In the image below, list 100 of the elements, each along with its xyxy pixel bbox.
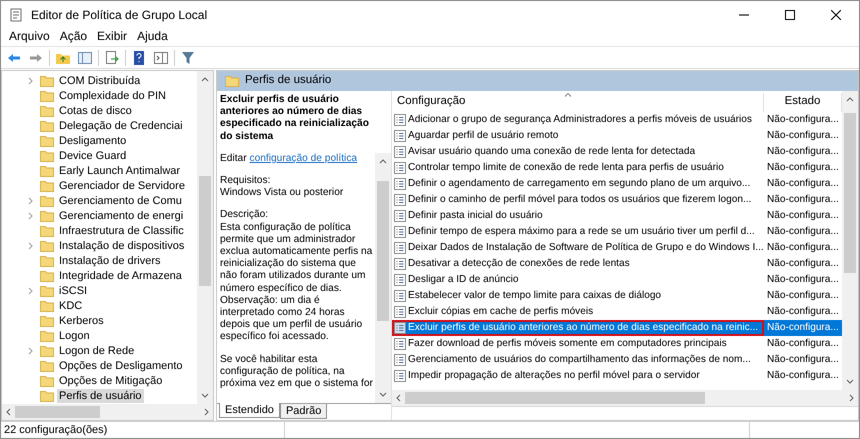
tree-item[interactable]: Delegação de Credenciai <box>57 118 185 132</box>
view-tab[interactable]: Padrão <box>280 404 328 419</box>
tree-item[interactable]: Opções de Mitigação <box>57 374 164 388</box>
policy-icon <box>394 130 406 142</box>
tree-item[interactable]: Infraestrutura de Classific <box>57 224 186 238</box>
tree-item[interactable]: iSCSI <box>57 284 90 298</box>
view-tab[interactable]: Estendido <box>219 403 280 418</box>
policy-row[interactable]: Definir o agendamento de carregamento em segundo plano de um arquivo... Não-configura... <box>392 176 842 192</box>
policy-icon <box>394 258 406 270</box>
description-text: Esta configuração de política permite que um administrador exclua automaticamente perfis na reinicialização do sistema que não foram utilizados durante um número específico de dias. Observação: um dia é interpretado como 24 horas depois que um perfil de usuário específico foi acessado. <box>220 222 374 344</box>
policy-icon <box>394 370 406 382</box>
tree-item[interactable]: Instalação de dispositivos <box>57 238 186 252</box>
policy-state: Não-configura... <box>766 305 840 320</box>
vertical-scrollbar[interactable] <box>842 91 858 390</box>
vertical-scrollbar[interactable] <box>375 153 391 403</box>
menu-item[interactable]: Ação <box>56 27 92 45</box>
policy-icon <box>394 146 406 158</box>
tree-item[interactable]: KDC <box>57 298 84 312</box>
scroll-down-icon[interactable] <box>201 393 209 398</box>
policy-row[interactable]: Gerenciamento de usuários do compartilhamento das informações de nom... Não-configura... <box>392 352 842 368</box>
tree-item[interactable]: Instalação de drivers <box>57 254 162 268</box>
policy-state: Não-configura... <box>766 225 840 240</box>
folder-icon <box>40 90 54 102</box>
policy-row[interactable]: Controlar tempo limite de conexão de rede lenta para perfis de usuário Não-configura... <box>392 160 842 176</box>
app-icon <box>9 8 23 22</box>
policy-state: Não-configura... <box>766 257 840 272</box>
policy-row[interactable]: Aguardar perfil de usuário remoto Não-configura... <box>392 128 842 144</box>
scroll-thumb[interactable] <box>199 176 211 286</box>
scroll-up-icon[interactable] <box>201 77 209 82</box>
policy-name: Definir tempo de espera máximo para a rede se um usuário tiver um perfil d... <box>408 225 755 240</box>
menu-item[interactable]: Ajuda <box>133 27 172 45</box>
tree-item[interactable]: Cotas de disco <box>57 104 134 118</box>
scroll-left-icon[interactable] <box>396 394 401 402</box>
scroll-right-icon[interactable] <box>204 408 209 416</box>
chevron-icon[interactable] <box>28 242 34 250</box>
policy-state: Não-configura... <box>766 321 840 336</box>
policy-row[interactable]: Desligar a ID de anúncio Não-configura... <box>392 272 842 288</box>
scroll-left-icon[interactable] <box>6 408 11 416</box>
tree-item[interactable]: Device Guard <box>57 148 128 162</box>
column-header[interactable]: Configuração <box>392 92 764 112</box>
tree-item[interactable]: Logon de Rede <box>57 344 136 358</box>
horizontal-scrollbar[interactable] <box>392 390 858 406</box>
tree-item[interactable]: Integridade de Armazena <box>57 268 184 282</box>
chevron-icon[interactable] <box>28 286 34 294</box>
chevron-icon[interactable] <box>28 346 34 354</box>
tree-item[interactable]: Gerenciamento de energi <box>57 208 186 222</box>
policy-row[interactable]: Avisar usuário quando uma conexão de rede lenta for detectada Não-configura... <box>392 144 842 160</box>
policy-row[interactable]: Definir tempo de espera máximo para a rede se um usuário tiver um perfil d... Não-configura... <box>392 224 842 240</box>
tree-item[interactable]: Complexidade do PIN <box>57 88 168 102</box>
folder-icon <box>40 194 54 206</box>
policy-name: Avisar usuário quando uma conexão de rede lenta for detectada <box>408 145 696 160</box>
tree-item[interactable]: Desligamento <box>57 134 128 148</box>
maximize-icon[interactable] <box>785 10 795 20</box>
panel-title: Perfis de usuário <box>245 73 332 88</box>
tree-item[interactable]: Early Launch Antimalwar <box>57 164 182 178</box>
tree-item[interactable]: Gerenciador de Servidore <box>57 178 187 192</box>
window-title: Editor de Política de Grupo Local <box>31 6 208 24</box>
policy-link[interactable]: configuração de política <box>249 152 358 164</box>
folder-icon <box>40 314 54 326</box>
policy-row[interactable]: Excluir perfis de usuário anteriores ao número de dias especificado na reinic... Não-configura... <box>392 320 842 336</box>
policy-state: Não-configura... <box>766 145 840 160</box>
tree-item[interactable]: Kerberos <box>57 314 106 328</box>
folder-icon <box>40 134 54 146</box>
scroll-down-icon[interactable] <box>379 392 387 397</box>
description-text: Se você habilitar esta configuração de política, na próxima vez em que o sistema for <box>220 354 374 390</box>
scroll-up-icon[interactable] <box>846 97 854 102</box>
folder-icon <box>40 270 54 282</box>
policy-state: Não-configura... <box>766 113 840 128</box>
vertical-scrollbar[interactable] <box>197 71 213 404</box>
scroll-thumb[interactable] <box>405 392 705 404</box>
policy-row[interactable]: Definir pasta inicial do usuário Não-configura... <box>392 208 842 224</box>
chevron-icon[interactable] <box>28 76 34 84</box>
scroll-thumb[interactable] <box>15 406 100 418</box>
policy-row[interactable]: Deixar Dados de Instalação de Software de Política de Grupo e do Windows I... Não-configura... <box>392 240 842 256</box>
close-icon[interactable] <box>831 10 841 20</box>
policy-row[interactable]: Impedir propagação de alterações no perfil móvel para o servidor Não-configura... <box>392 368 842 384</box>
scroll-thumb[interactable] <box>377 181 389 321</box>
menu-item[interactable]: Exibir <box>93 27 132 45</box>
policy-row[interactable]: Excluir cópias em cache de perfis móveis Não-configura... <box>392 304 842 320</box>
tree-item[interactable]: Logon <box>57 328 92 342</box>
scroll-down-icon[interactable] <box>846 379 854 384</box>
policy-row[interactable]: Adicionar o grupo de segurança Administradores a perfis móveis de usuários Não-configura... <box>392 112 842 128</box>
requirements-label: Requisitos: <box>220 175 272 188</box>
scroll-thumb[interactable] <box>844 113 856 273</box>
menu-item[interactable]: Arquivo <box>5 27 54 45</box>
policy-name: Aguardar perfil de usuário remoto <box>408 129 558 144</box>
horizontal-scrollbar[interactable] <box>2 404 213 420</box>
tree-item[interactable]: Opções de Desligamento <box>57 358 185 372</box>
policy-row[interactable]: Fazer download de perfis móveis somente em computadores principais Não-configura... <box>392 336 842 352</box>
policy-state: Não-configura... <box>766 273 840 288</box>
policy-row[interactable]: Definir o caminho de perfil móvel para todos os usuários que fizerem logon... Não-configura... <box>392 192 842 208</box>
tree-item[interactable]: Perfis de usuário <box>57 388 144 402</box>
tree-item[interactable]: COM Distribuída <box>57 74 142 88</box>
policy-row[interactable]: Desativar a detecção de conexões de rede lentas Não-configura... <box>392 256 842 272</box>
folder-icon <box>40 224 54 236</box>
scroll-up-icon[interactable] <box>379 159 387 164</box>
tree-item[interactable]: Gerenciamento de Comu <box>57 194 184 208</box>
policy-row[interactable]: Estabelecer valor de tempo limite para caixas de diálogo Não-configura... <box>392 288 842 304</box>
policy-state: Não-configura... <box>766 129 840 144</box>
scroll-right-icon[interactable] <box>849 394 854 402</box>
